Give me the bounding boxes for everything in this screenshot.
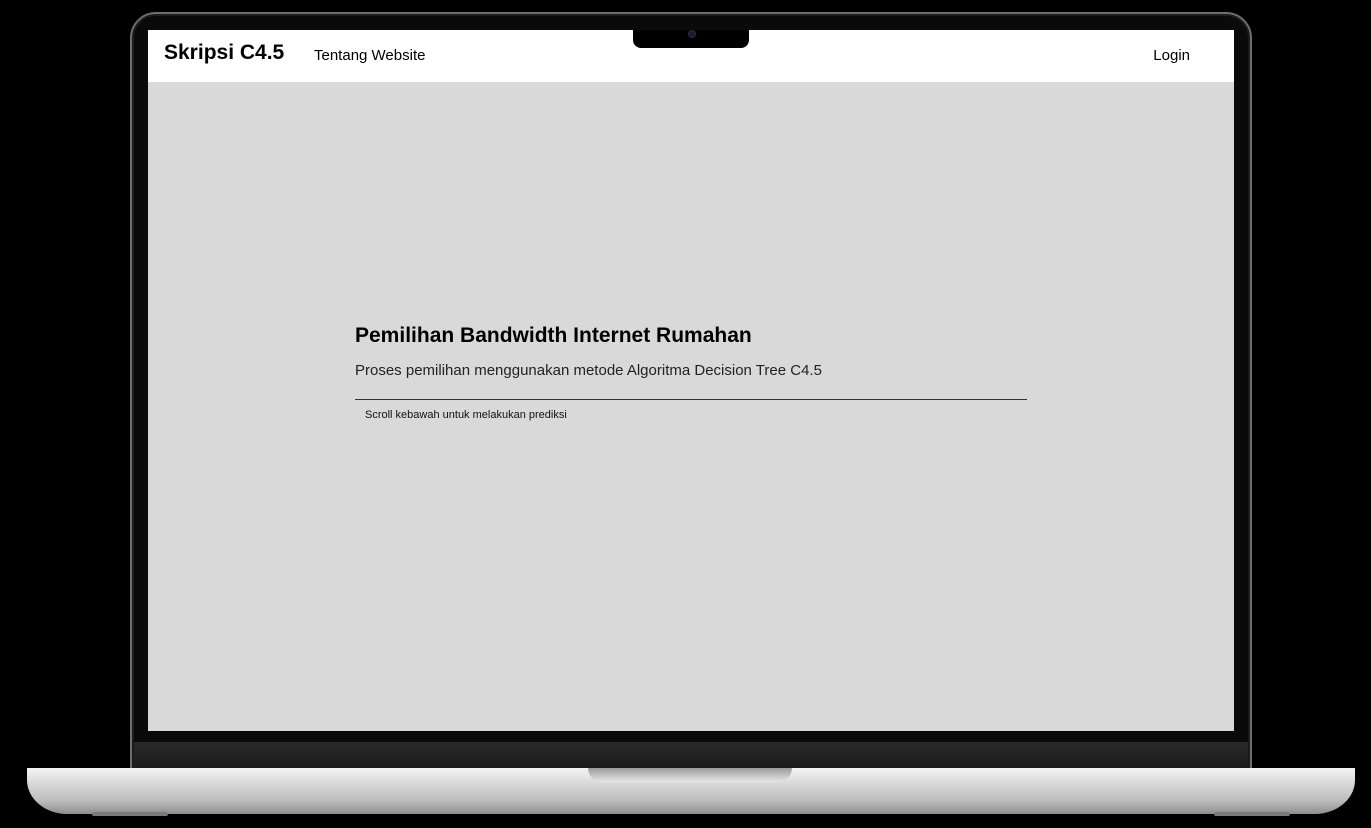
- laptop-chin: [134, 742, 1248, 770]
- laptop-opening-lip: [588, 768, 792, 782]
- hero-subtitle: Proses pemilihan menggunakan metode Algo…: [355, 362, 822, 379]
- laptop-foot-left: [92, 812, 168, 816]
- nav-link-tentang-website[interactable]: Tentang Website: [314, 47, 425, 64]
- laptop-mockup: Skripsi C4.5 Tentang Website Login Pemil…: [0, 0, 1371, 828]
- brand-logo[interactable]: Skripsi C4.5: [164, 41, 284, 65]
- hero-divider: [355, 399, 1027, 400]
- browser-viewport: Skripsi C4.5 Tentang Website Login Pemil…: [148, 30, 1234, 731]
- hero-section: Pemilihan Bandwidth Internet Rumahan Pro…: [355, 324, 1027, 421]
- webcam-icon: [688, 30, 696, 38]
- login-link[interactable]: Login: [1153, 47, 1190, 64]
- laptop-foot-right: [1214, 812, 1290, 816]
- camera-notch: [633, 30, 749, 48]
- scroll-hint: Scroll kebawah untuk melakukan prediksi: [365, 409, 567, 421]
- hero-title: Pemilihan Bandwidth Internet Rumahan: [355, 324, 752, 347]
